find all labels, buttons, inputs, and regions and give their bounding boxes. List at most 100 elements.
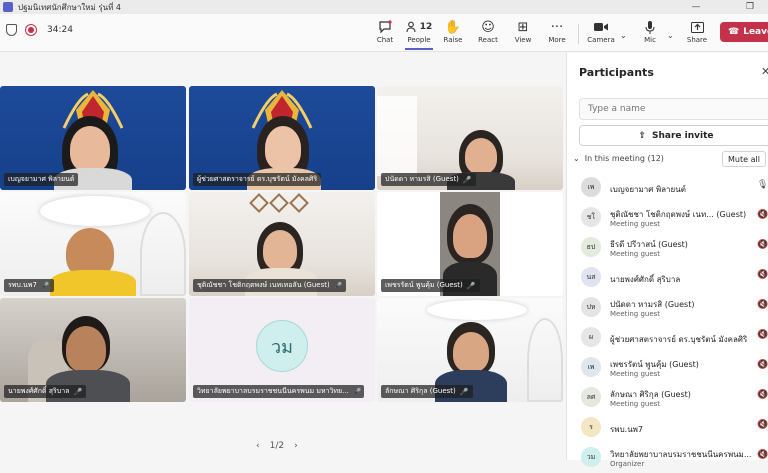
mic-icon: 🎤: [352, 387, 362, 396]
list-item[interactable]: ชโ ชุติณัชชา โชติกฤตพงษ์ เนท... (Guest) …: [567, 203, 768, 233]
section-label: In this meeting (12): [584, 154, 664, 163]
participant-name: นายพงศ์ศักดิ์ สุริบาล: [610, 275, 681, 284]
window-title: ปฐมนิเทศนักศึกษาใหม่ รุ่นที่ 4: [18, 2, 121, 12]
grid-icon: ⊞: [517, 19, 529, 35]
list-item[interactable]: ลศ ลักษณา ศิริกุล (Guest) Meeting guest …: [567, 383, 768, 413]
tile-name-label: เบญจยามาศ พิลายนต์: [4, 173, 79, 186]
people-label: People: [407, 36, 431, 44]
close-icon[interactable]: ✕: [761, 65, 768, 78]
gallery-pager: ‹ 1/2 ›: [256, 441, 298, 451]
participant-search-input[interactable]: [579, 98, 768, 120]
share-link-icon: ⇪: [638, 130, 647, 141]
mic-label: Mic: [644, 36, 656, 44]
mute-all-button[interactable]: Mute all: [722, 151, 766, 167]
tile-name-label: ผู้ช่วยศาสตราจารย์ ดร.บุชรัตน์ มังคลศิริ: [193, 173, 322, 186]
share-icon: [690, 18, 704, 36]
avatar: เพ: [581, 357, 601, 377]
chat-icon: [378, 18, 392, 36]
participant-role: Organizer: [610, 460, 645, 468]
toolbar-divider: [578, 24, 579, 44]
participant-name: เบญจยามาศ พิลายนต์: [610, 185, 686, 194]
participants-panel: Participants ✕ ⇪ Share invite ⌄ In this …: [566, 53, 768, 468]
minimize-icon[interactable]: —: [686, 0, 706, 14]
mic-muted-icon: 🔇: [757, 330, 768, 340]
list-item[interactable]: เพ เพชรรัตน์ พูนคุ้ม (Guest) Meeting gue…: [567, 353, 768, 383]
participant-role: Meeting guest: [610, 400, 661, 408]
video-tile[interactable]: ลักษณา ศิริกุล (Guest) 🎤: [377, 298, 563, 402]
raise-hand-button[interactable]: ✋ Raise: [443, 18, 463, 50]
meeting-toolbar: 34:24 Chat 12 People ✋ Raise ☺ React ⊞ V…: [0, 14, 768, 52]
next-page-chevron-icon[interactable]: ›: [294, 441, 298, 451]
mic-icon: 🎤: [333, 281, 343, 290]
more-label: More: [548, 36, 566, 44]
mic-muted-icon: 🔇: [757, 210, 768, 220]
restore-icon[interactable]: ❐: [740, 0, 760, 14]
mic-muted-icon: 🔇: [757, 300, 768, 310]
tile-name-label: วิทยาลัยพยาบาลบรมราชชนนีนครพนม มหาวิทย..…: [193, 385, 365, 398]
list-item[interactable]: ร รพบ.นพ7 🔇: [567, 413, 768, 443]
people-button[interactable]: 12 People: [405, 18, 433, 50]
tile-name-label: รพบ.นพ7 🎤: [4, 279, 54, 292]
video-tile[interactable]: วม วิทยาลัยพยาบาลบรมราชชนนีนครพนม มหาวิท…: [189, 298, 375, 402]
phone-hangup-icon: ☎: [728, 27, 740, 37]
video-stage: เบญจยามาศ พิลายนต์ ผู้ช่วยศาสตราจารย์ ดร…: [0, 53, 566, 460]
avatar: ลศ: [581, 387, 601, 407]
tile-name-label: เพชรรัตน์ พูนคุ้ม (Guest) 🎤: [381, 279, 480, 292]
tile-name-label: ลักษณา ศิริกุล (Guest) 🎤: [381, 385, 473, 398]
list-item[interactable]: วม วิทยาลัยพยาบาลบรมราชชนนีนครพนม... Org…: [567, 443, 768, 473]
mic-muted-icon: 🔇: [757, 420, 768, 430]
list-item[interactable]: ธป ธีรดี ปรีวาสน์ (Guest) Meeting guest …: [567, 233, 768, 263]
mic-icon: 🎙: [757, 180, 768, 190]
video-tile[interactable]: นายพงศ์ศักดิ์ สุริบาล 🎤: [0, 298, 186, 402]
share-invite-button[interactable]: ⇪ Share invite: [579, 125, 768, 146]
mic-button[interactable]: Mic: [640, 18, 660, 50]
camera-label: Camera: [587, 36, 615, 44]
chevron-down-icon: ⌄: [573, 154, 580, 163]
view-button[interactable]: ⊞ View: [512, 18, 534, 50]
more-button[interactable]: ··· More: [546, 18, 568, 50]
camera-button[interactable]: Camera: [587, 18, 615, 50]
video-tile[interactable]: รพบ.นพ7 🎤: [0, 192, 186, 296]
chat-label: Chat: [376, 36, 394, 44]
mic-muted-icon: 🔇: [757, 240, 768, 250]
video-tile[interactable]: ปนัดดา หามรสิ (Guest) 🎤: [377, 86, 563, 190]
list-item[interactable]: ผ ผู้ช่วยศาสตราจารย์ ดร.บุชรัตน์ มังคลศิ…: [567, 323, 768, 353]
mic-icon: [645, 18, 655, 36]
video-tile[interactable]: ชุติณัชชา โชติกฤตพงษ์ เนทเทอลัน (Guest) 🎤: [189, 192, 375, 296]
avatar: เพ: [581, 177, 601, 197]
camera-options-chevron-icon[interactable]: ⌄: [620, 31, 627, 40]
participant-name: ผู้ช่วยศาสตราจารย์ ดร.บุชรัตน์ มังคลศิริ: [610, 335, 748, 344]
mic-icon: 🎤: [459, 387, 469, 396]
camera-icon: [594, 18, 608, 36]
video-tile[interactable]: ผู้ช่วยศาสตราจารย์ ดร.บุชรัตน์ มังคลศิริ: [189, 86, 375, 190]
in-meeting-section-header[interactable]: ⌄ In this meeting (12): [573, 154, 664, 163]
participant-role: Meeting guest: [610, 370, 661, 378]
recording-icon: [25, 24, 37, 36]
mic-icon: 🎤: [466, 281, 476, 290]
view-label: View: [514, 36, 532, 44]
list-item[interactable]: เพ เบญจยามาศ พิลายนต์ 🎙: [567, 173, 768, 203]
participant-list: เพ เบญจยามาศ พิลายนต์ 🎙 ชโ ชุติณัชชา โชต…: [567, 173, 768, 473]
leave-label: Leave: [743, 27, 768, 37]
react-label: React: [478, 36, 498, 44]
participant-role: Meeting guest: [610, 220, 661, 228]
mic-options-chevron-icon[interactable]: ⌄: [667, 31, 674, 40]
leave-button[interactable]: ☎ Leave: [720, 22, 768, 42]
video-tile[interactable]: เพชรรัตน์ พูนคุ้ม (Guest) 🎤: [377, 192, 563, 296]
mic-muted-icon: 🔇: [757, 450, 768, 460]
avatar: ปห: [581, 297, 601, 317]
panel-title: Participants: [579, 66, 654, 79]
avatar: ผ: [581, 327, 601, 347]
mic-icon: 🎤: [40, 281, 50, 290]
tile-name-label: นายพงศ์ศักดิ์ สุริบาล 🎤: [4, 385, 87, 398]
react-button[interactable]: ☺ React: [477, 18, 499, 50]
previous-page-chevron-icon[interactable]: ‹: [256, 441, 260, 451]
share-button[interactable]: Share: [686, 18, 708, 50]
list-item[interactable]: นส นายพงศ์ศักดิ์ สุริบาล 🔇: [567, 263, 768, 293]
raise-label: Raise: [443, 36, 463, 44]
chat-button[interactable]: Chat: [375, 18, 395, 50]
list-item[interactable]: ปห ปนัดดา หามรสิ (Guest) Meeting guest 🔇: [567, 293, 768, 323]
participant-name: รพบ.นพ7: [610, 425, 644, 434]
video-tile[interactable]: เบญจยามาศ พิลายนต์: [0, 86, 186, 190]
tile-name-label: ปนัดดา หามรสิ (Guest) 🎤: [381, 173, 476, 186]
